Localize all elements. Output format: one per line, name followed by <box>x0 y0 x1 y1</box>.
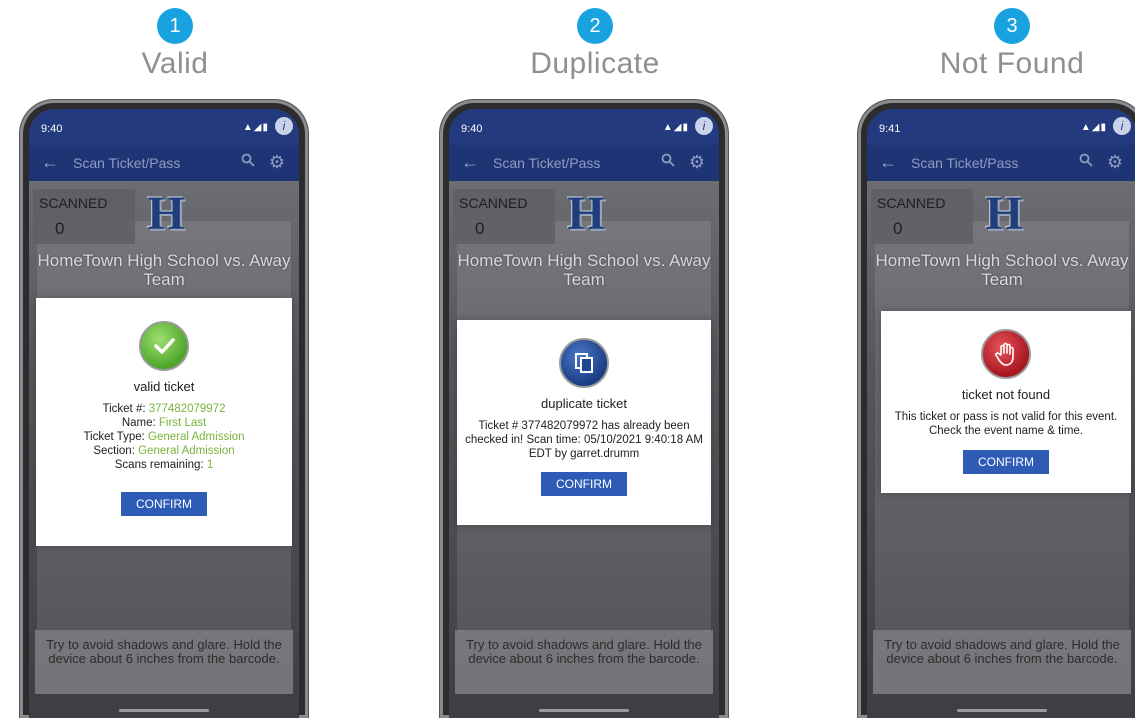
section-label: Section: <box>93 445 135 457</box>
school-logo: H <box>985 187 1023 240</box>
step-duplicate: 2 Duplicate <box>445 0 745 81</box>
check-icon <box>139 321 189 371</box>
app-badge-icon: i <box>695 117 713 135</box>
gear-icon[interactable]: ⚙ <box>689 152 705 173</box>
step-title: Valid <box>141 47 209 80</box>
phone-valid: 9:40 ▲◢▮ i ← Scan Ticket/Pass ⚙ SCANNED … <box>20 100 308 718</box>
event-name: HomeTown High School vs. Away Team <box>457 251 711 289</box>
gear-icon[interactable]: ⚙ <box>269 152 285 173</box>
school-logo: H <box>147 187 185 240</box>
step-title: Not Found <box>939 47 1085 80</box>
clock: 9:41 <box>879 123 901 135</box>
step-number-badge: 1 <box>157 8 193 44</box>
app-title: Scan Ticket/Pass <box>911 155 1019 171</box>
app-badge-icon: i <box>1113 117 1131 135</box>
status-bar: 9:40 ▲◢▮ i <box>449 109 719 145</box>
ticket-number-label: Ticket #: <box>102 403 146 415</box>
clock: 9:40 <box>461 123 483 135</box>
app-bar: ← Scan Ticket/Pass ⚙ <box>449 145 719 181</box>
school-logo: H <box>567 187 605 240</box>
gear-icon[interactable]: ⚙ <box>1107 152 1123 173</box>
search-icon[interactable] <box>241 153 255 167</box>
dialog-title: valid ticket <box>133 379 195 394</box>
scanned-counter: SCANNED 0 <box>453 189 555 244</box>
dialog-message: This ticket or pass is not valid for thi… <box>894 411 1118 437</box>
app-bar: ← Scan Ticket/Pass ⚙ <box>29 145 299 181</box>
step-valid: 1 Valid <box>25 0 325 81</box>
phone-duplicate: 9:40 ▲◢▮ i ← Scan Ticket/Pass ⚙ SCANNED … <box>440 100 728 718</box>
home-indicator <box>539 709 629 712</box>
scan-hint: Try to avoid shadows and glare. Hold the… <box>873 630 1131 694</box>
confirm-button[interactable]: CONFIRM <box>963 450 1049 474</box>
scans-remaining-label: Scans remaining: <box>114 459 204 471</box>
scanned-count: 0 <box>475 219 485 238</box>
home-indicator <box>119 709 209 712</box>
dialog-title: ticket not found <box>961 387 1051 402</box>
phone-screen: 9:40 ▲◢▮ i ← Scan Ticket/Pass ⚙ SCANNED … <box>29 109 299 718</box>
scanned-counter: SCANNED 0 <box>33 189 135 244</box>
status-bar: 9:40 ▲◢▮ i <box>29 109 299 145</box>
event-name: HomeTown High School vs. Away Team <box>875 251 1129 289</box>
section-value: General Admission <box>138 445 235 457</box>
back-arrow-icon[interactable]: ← <box>879 152 897 173</box>
dialog-title: duplicate ticket <box>541 396 627 411</box>
scan-hint: Try to avoid shadows and glare. Hold the… <box>455 630 713 694</box>
app-title: Scan Ticket/Pass <box>493 155 601 171</box>
app-badge-icon: i <box>275 117 293 135</box>
name-label: Name: <box>121 417 156 429</box>
search-icon[interactable] <box>661 153 675 167</box>
status-icons: ▲◢▮ <box>662 122 689 133</box>
ticket-type-label: Ticket Type: <box>83 431 145 443</box>
phone-screen: 9:40 ▲◢▮ i ← Scan Ticket/Pass ⚙ SCANNED … <box>449 109 719 718</box>
scanned-label: SCANNED <box>459 195 528 211</box>
scanned-count: 0 <box>55 219 65 238</box>
step-number-badge: 2 <box>577 8 613 44</box>
scans-remaining-value: 1 <box>206 459 214 471</box>
app-bar: ← Scan Ticket/Pass ⚙ <box>867 145 1135 181</box>
step-title: Duplicate <box>530 47 660 80</box>
ticket-number-value: 377482079972 <box>148 403 226 415</box>
scanned-count: 0 <box>893 219 903 238</box>
hand-stop-icon <box>981 329 1031 379</box>
step-not-found: 3 Not Found <box>862 0 1135 81</box>
app-title: Scan Ticket/Pass <box>73 155 181 171</box>
event-name: HomeTown High School vs. Away Team <box>37 251 291 289</box>
back-arrow-icon[interactable]: ← <box>41 152 59 173</box>
status-icons: ▲◢▮ <box>242 122 269 133</box>
name-value: First Last <box>158 417 207 429</box>
dialog-message: Ticket # 377482079972 has already been c… <box>465 420 703 460</box>
status-icons: ▲◢▮ <box>1080 122 1107 133</box>
back-arrow-icon[interactable]: ← <box>461 152 479 173</box>
search-icon[interactable] <box>1079 153 1093 167</box>
scanned-label: SCANNED <box>39 195 108 211</box>
confirm-button[interactable]: CONFIRM <box>121 492 207 516</box>
not-found-dialog: ticket not found This ticket or pass is … <box>881 311 1131 493</box>
clock: 9:40 <box>41 123 63 135</box>
phone-not-found: 9:41 ▲◢▮ i ← Scan Ticket/Pass ⚙ SCANNED … <box>858 100 1135 718</box>
home-indicator <box>957 709 1047 712</box>
valid-ticket-dialog: valid ticket Ticket #: 377482079972 Name… <box>36 298 292 546</box>
step-number-badge: 3 <box>994 8 1030 44</box>
phone-screen: 9:41 ▲◢▮ i ← Scan Ticket/Pass ⚙ SCANNED … <box>867 109 1135 718</box>
scanned-label: SCANNED <box>877 195 946 211</box>
status-bar: 9:41 ▲◢▮ i <box>867 109 1135 145</box>
ticket-details: Ticket #: 377482079972 Name: First Last … <box>36 402 292 472</box>
copy-icon <box>559 338 609 388</box>
scanned-counter: SCANNED 0 <box>871 189 973 244</box>
confirm-button[interactable]: CONFIRM <box>541 472 627 496</box>
ticket-type-value: General Admission <box>148 431 245 443</box>
duplicate-ticket-dialog: duplicate ticket Ticket # 377482079972 h… <box>457 320 711 525</box>
scan-hint: Try to avoid shadows and glare. Hold the… <box>35 630 293 694</box>
